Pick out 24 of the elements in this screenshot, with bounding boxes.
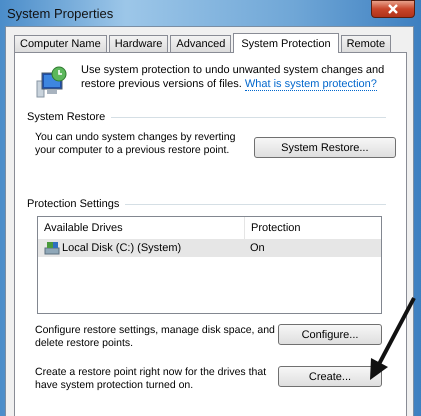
disk-drive-icon <box>44 241 60 255</box>
action-button[interactable]: Configure... <box>278 324 382 345</box>
section-heading: Protection Settings <box>27 198 120 210</box>
tab[interactable]: Hardware <box>108 35 168 52</box>
description-text: Configure restore settings, manage disk space, and delete restore points. <box>35 324 275 350</box>
tab[interactable]: System Protection <box>233 33 339 53</box>
section-heading: System Restore <box>27 111 106 123</box>
description-text: Create a restore point right now for the drives that have system protection turned on. <box>35 366 268 392</box>
close-button[interactable] <box>371 0 415 18</box>
description-text: You can undo system changes by reverting your computer to a previous restore point. <box>35 131 236 157</box>
computer-shield-icon <box>35 65 67 99</box>
action-button[interactable]: Create... <box>278 366 382 387</box>
tab[interactable]: Remote <box>340 35 392 52</box>
drive-row[interactable]: Local Disk (C:) (System) On <box>38 239 381 257</box>
system-restore-button[interactable]: System Restore... <box>254 137 396 158</box>
tab[interactable]: Advanced <box>170 35 232 52</box>
intro-text: Use system protection to undo unwanted system changes and restore previous versions of files. What is system protection? <box>81 63 386 91</box>
column-header[interactable]: Available Drives <box>38 222 244 234</box>
drive-name: Local Disk (C:) (System) <box>62 242 182 254</box>
window-title: System Properties <box>7 6 114 20</box>
tab[interactable]: Computer Name <box>14 35 107 52</box>
help-link[interactable]: What is system protection? <box>244 78 377 91</box>
protection-status: On <box>249 242 265 254</box>
close-icon <box>387 4 399 14</box>
